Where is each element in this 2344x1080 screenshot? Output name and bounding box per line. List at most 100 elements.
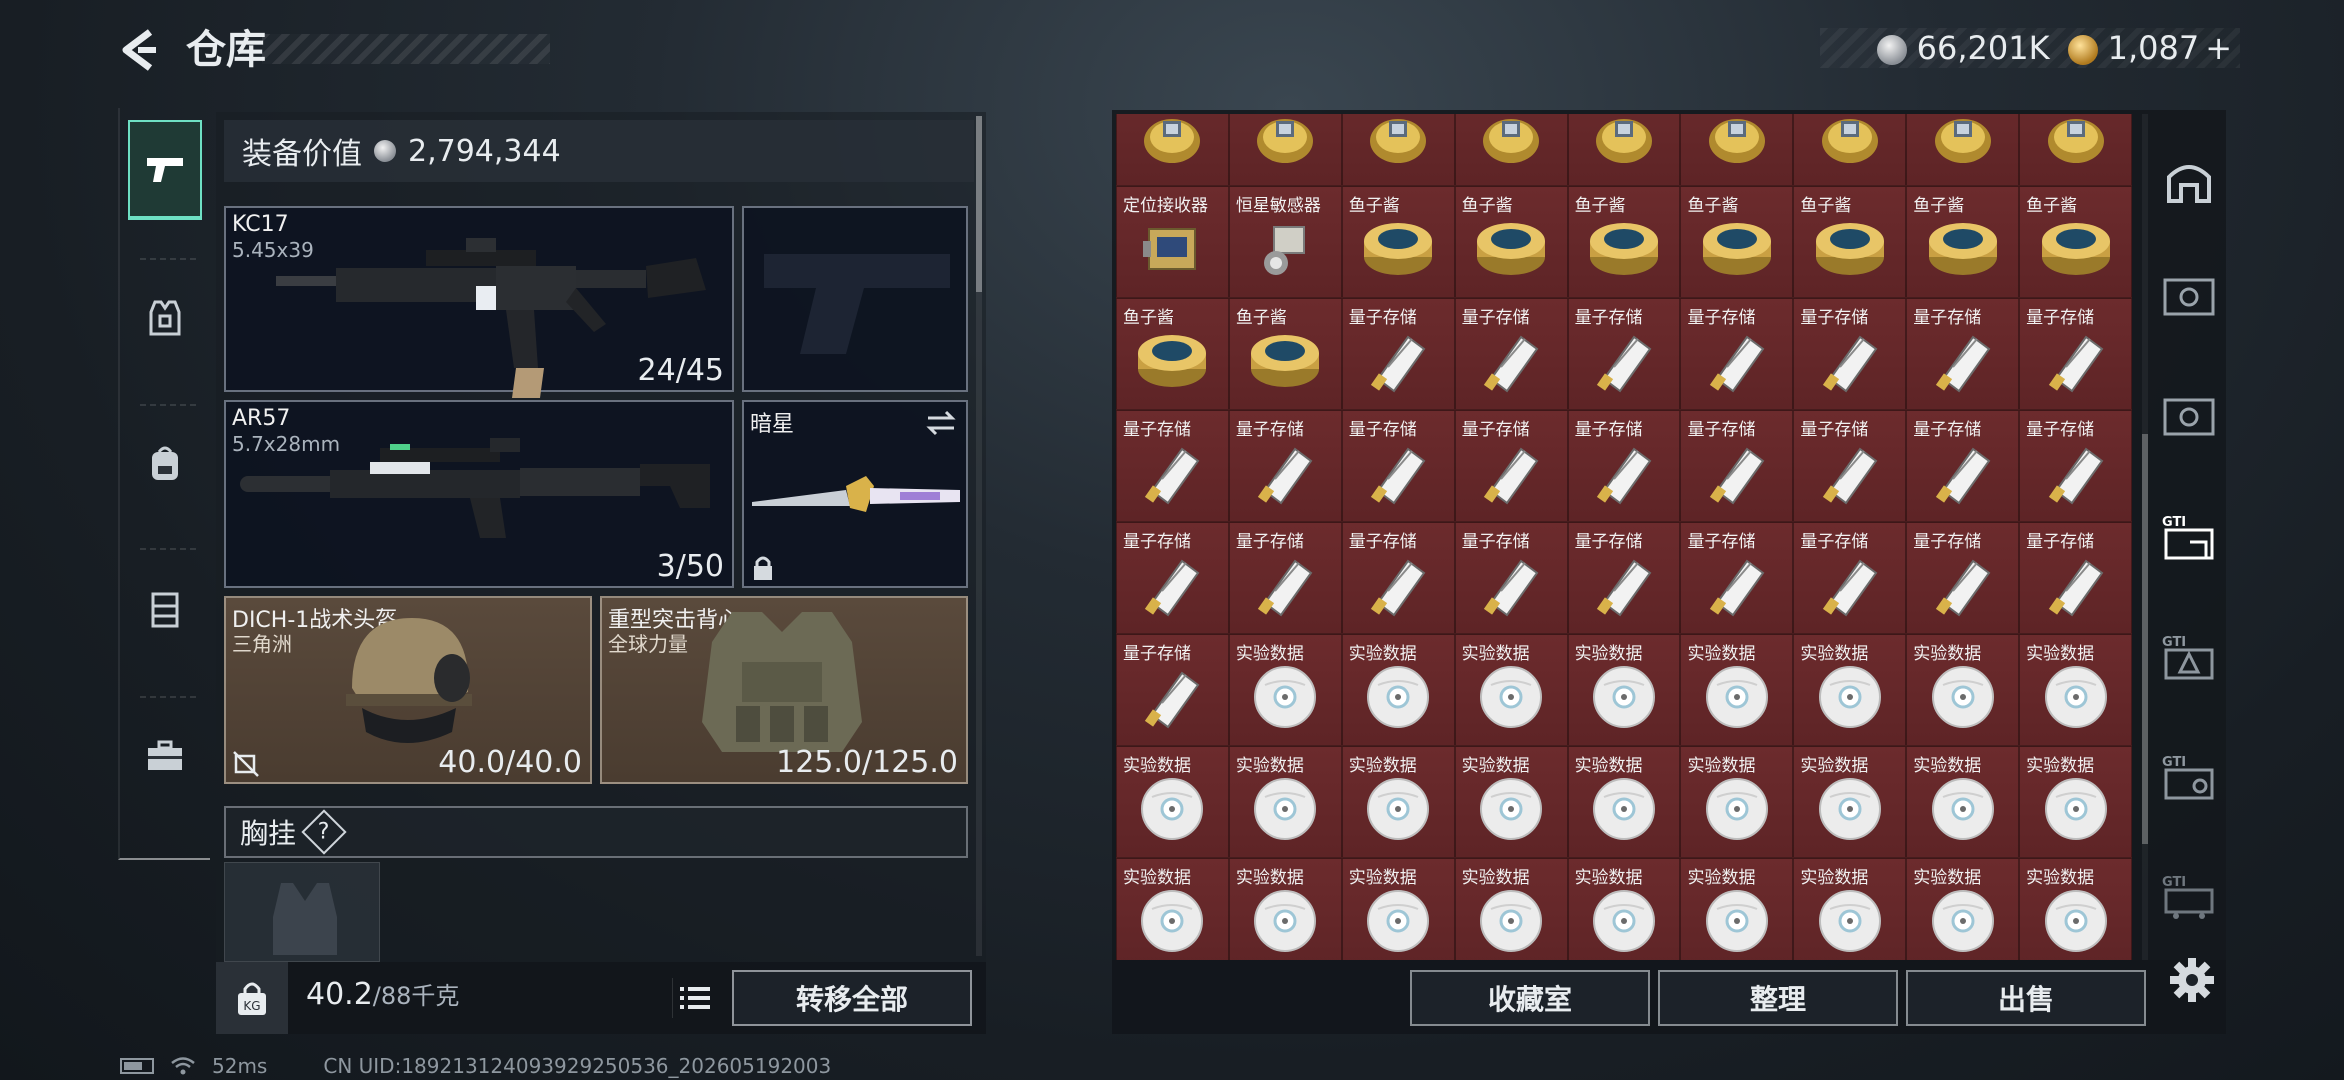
- storage-item-cell[interactable]: 量子存储: [1228, 522, 1342, 634]
- sell-button[interactable]: 出售: [1906, 970, 2146, 1026]
- storage-item-cell[interactable]: 实验数据: [1454, 746, 1568, 858]
- storage-item-cell[interactable]: 实验数据: [1228, 858, 1342, 960]
- storage-item-cell[interactable]: [1228, 114, 1342, 186]
- storage-item-cell[interactable]: 量子存储: [1341, 410, 1455, 522]
- settings-button[interactable]: [2160, 948, 2224, 1012]
- tab-weapons[interactable]: [128, 120, 202, 220]
- storage-item-cell[interactable]: 鱼子酱: [1116, 298, 1229, 410]
- storage-item-cell[interactable]: 实验数据: [1116, 746, 1229, 858]
- melee-slot[interactable]: 暗星: [742, 400, 968, 588]
- transfer-all-button[interactable]: 转移全部: [732, 970, 972, 1026]
- tab-gti-warning[interactable]: GTI: [2158, 622, 2220, 692]
- helmet-slot[interactable]: DICH-1战术头盔 三角洲 40.0/40.0: [224, 596, 592, 784]
- storage-item-cell[interactable]: 量子存储: [1680, 298, 1794, 410]
- storage-item-cell[interactable]: 实验数据: [1906, 858, 2020, 960]
- storage-item-cell[interactable]: 实验数据: [1793, 634, 1907, 746]
- storage-item-cell[interactable]: [1341, 114, 1455, 186]
- storage-item-cell[interactable]: 实验数据: [1116, 858, 1229, 960]
- help-icon[interactable]: ?: [301, 809, 347, 855]
- storage-item-cell[interactable]: 实验数据: [1906, 746, 2020, 858]
- primary-weapon-slot[interactable]: KC17 5.45x39 24/45: [224, 206, 734, 398]
- swap-icon[interactable]: [926, 410, 956, 436]
- storage-item-cell[interactable]: 鱼子酱: [1454, 186, 1568, 298]
- collection-room-button[interactable]: 收藏室: [1410, 970, 1650, 1026]
- storage-item-cell[interactable]: 量子存储: [1793, 522, 1907, 634]
- storage-item-cell[interactable]: 实验数据: [1680, 746, 1794, 858]
- storage-grid[interactable]: 定位接收器 恒星敏感器 鱼子酱 鱼子酱 鱼子酱 鱼子酱 鱼子酱 鱼子酱 鱼子酱 鱼子酱 鱼子酱 量子存…: [1116, 114, 2132, 960]
- storage-item-cell[interactable]: [1454, 114, 1568, 186]
- storage-item-cell[interactable]: 鱼子酱: [1906, 186, 2020, 298]
- tab-vest[interactable]: [128, 560, 202, 660]
- tab-toolbox[interactable]: [128, 706, 202, 806]
- storage-item-cell[interactable]: 量子存储: [1793, 410, 1907, 522]
- tab-backpack[interactable]: [128, 414, 202, 514]
- storage-item-cell[interactable]: 定位接收器: [1116, 186, 1229, 298]
- storage-item-cell[interactable]: 实验数据: [1228, 634, 1342, 746]
- storage-item-cell[interactable]: [2019, 114, 2132, 186]
- storage-item-cell[interactable]: 实验数据: [1454, 858, 1568, 960]
- storage-item-cell[interactable]: [1116, 114, 1229, 186]
- storage-item-cell[interactable]: 鱼子酱: [1567, 186, 1681, 298]
- storage-item-cell[interactable]: 量子存储: [1906, 298, 2020, 410]
- add-currency-button[interactable]: +: [2205, 29, 2232, 67]
- storage-item-cell[interactable]: 实验数据: [1567, 746, 1681, 858]
- secondary-weapon-slot[interactable]: AR57 5.7x28mm 3/50: [224, 400, 734, 588]
- storage-item-cell[interactable]: 实验数据: [1793, 858, 1907, 960]
- storage-item-cell[interactable]: 实验数据: [1341, 634, 1455, 746]
- storage-item-cell[interactable]: 量子存储: [1567, 522, 1681, 634]
- tab-vault-1[interactable]: [2158, 262, 2220, 332]
- storage-item-cell[interactable]: 量子存储: [1341, 522, 1455, 634]
- storage-item-cell[interactable]: 鱼子酱: [1680, 186, 1794, 298]
- storage-item-cell[interactable]: 量子存储: [1454, 410, 1568, 522]
- storage-item-cell[interactable]: 鱼子酱: [2019, 186, 2132, 298]
- storage-item-cell[interactable]: 实验数据: [1793, 746, 1907, 858]
- tab-gti-hand[interactable]: GTI: [2158, 502, 2220, 572]
- tab-vault-2[interactable]: [2158, 382, 2220, 452]
- storage-item-cell[interactable]: 量子存储: [2019, 522, 2132, 634]
- storage-item-cell[interactable]: 量子存储: [1680, 522, 1794, 634]
- back-button[interactable]: [112, 22, 168, 78]
- storage-item-cell[interactable]: 量子存储: [1567, 410, 1681, 522]
- storage-item-cell[interactable]: 实验数据: [1454, 634, 1568, 746]
- armor-slot[interactable]: 重型突击背心 全球力量 125.0/125.0: [600, 596, 968, 784]
- storage-item-cell[interactable]: 量子存储: [1116, 410, 1229, 522]
- storage-item-cell[interactable]: 量子存储: [2019, 298, 2132, 410]
- tab-gti-safe[interactable]: GTI: [2158, 742, 2220, 812]
- storage-item-cell[interactable]: [1567, 114, 1681, 186]
- storage-item-cell[interactable]: 量子存储: [1906, 410, 2020, 522]
- storage-item-cell[interactable]: 鱼子酱: [1341, 186, 1455, 298]
- storage-item-cell[interactable]: [1680, 114, 1794, 186]
- storage-item-cell[interactable]: 量子存储: [1793, 298, 1907, 410]
- storage-item-cell[interactable]: 量子存储: [1906, 522, 2020, 634]
- storage-item-cell[interactable]: 实验数据: [1680, 634, 1794, 746]
- loadout-scroll-thumb[interactable]: [976, 116, 982, 292]
- storage-item-cell[interactable]: 实验数据: [1228, 746, 1342, 858]
- storage-item-cell[interactable]: [1906, 114, 2020, 186]
- storage-scroll-thumb[interactable]: [2142, 434, 2148, 844]
- sidearm-slot[interactable]: [742, 206, 968, 392]
- storage-item-cell[interactable]: 实验数据: [1680, 858, 1794, 960]
- storage-item-cell[interactable]: 实验数据: [1567, 634, 1681, 746]
- storage-item-cell[interactable]: 鱼子酱: [1793, 186, 1907, 298]
- storage-item-cell[interactable]: 量子存储: [1228, 410, 1342, 522]
- storage-item-cell[interactable]: 实验数据: [2019, 746, 2132, 858]
- chest-rig-slot[interactable]: [224, 862, 380, 962]
- storage-item-cell[interactable]: [1793, 114, 1907, 186]
- sort-button[interactable]: 整理: [1658, 970, 1898, 1026]
- storage-item-cell[interactable]: 实验数据: [1906, 634, 2020, 746]
- storage-item-cell[interactable]: 量子存储: [2019, 410, 2132, 522]
- storage-item-cell[interactable]: 量子存储: [1341, 298, 1455, 410]
- tab-armor-rig[interactable]: [128, 268, 202, 368]
- storage-item-cell[interactable]: 实验数据: [1341, 746, 1455, 858]
- storage-item-cell[interactable]: 实验数据: [1341, 858, 1455, 960]
- storage-item-cell[interactable]: 恒星敏感器: [1228, 186, 1342, 298]
- storage-item-cell[interactable]: 实验数据: [2019, 634, 2132, 746]
- tab-gti-cart[interactable]: GTI: [2158, 862, 2220, 932]
- storage-item-cell[interactable]: 量子存储: [1116, 522, 1229, 634]
- storage-item-cell[interactable]: 实验数据: [2019, 858, 2132, 960]
- storage-item-cell[interactable]: 量子存储: [1680, 410, 1794, 522]
- storage-item-cell[interactable]: 量子存储: [1567, 298, 1681, 410]
- storage-item-cell[interactable]: 实验数据: [1567, 858, 1681, 960]
- storage-item-cell[interactable]: 量子存储: [1454, 522, 1568, 634]
- storage-item-cell[interactable]: 量子存储: [1116, 634, 1229, 746]
